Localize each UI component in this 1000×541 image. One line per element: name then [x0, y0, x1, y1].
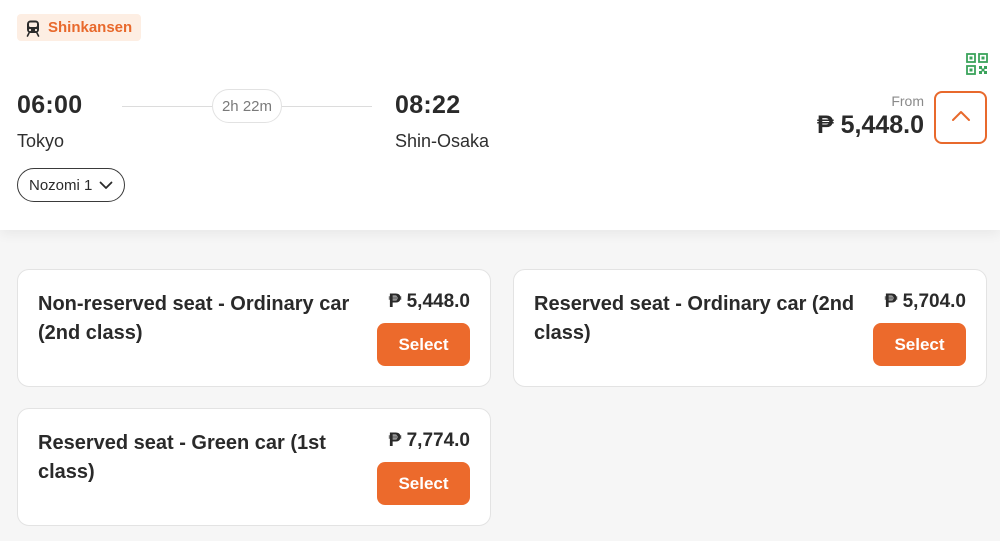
collapse-button[interactable] — [934, 91, 987, 144]
train-name-label: Nozomi 1 — [29, 176, 93, 194]
select-button[interactable]: Select — [377, 323, 470, 366]
arrival-city: Shin-Osaka — [395, 131, 490, 151]
train-summary-panel: Shinkansen 06:00 Tokyo 2h 22m 08:22 Shin… — [0, 0, 1000, 230]
seat-class-name: Non-reserved seat - Ordinary car (2nd cl… — [38, 293, 350, 344]
seat-option-card: Reserved seat - Green car (1st class) ₱ … — [17, 408, 491, 526]
seat-price: ₱ 5,448.0 — [388, 291, 470, 312]
seat-price: ₱ 5,704.0 — [884, 291, 966, 312]
train-type-label: Shinkansen — [48, 19, 133, 36]
select-button[interactable]: Select — [873, 323, 966, 366]
seat-class-name: Reserved seat - Green car (1st class) — [38, 432, 326, 483]
arrival-time: 08:22 — [395, 91, 461, 119]
qr-code-icon[interactable] — [966, 53, 988, 75]
from-label: From — [891, 93, 924, 109]
trip-duration: 2h 22m — [212, 89, 282, 123]
chevron-up-icon — [951, 109, 971, 127]
train-type-badge: Shinkansen — [17, 14, 142, 41]
chevron-down-icon — [99, 177, 113, 194]
select-button[interactable]: Select — [377, 462, 470, 505]
seat-option-card: Non-reserved seat - Ordinary car (2nd cl… — [17, 269, 491, 387]
train-icon — [23, 18, 43, 38]
starting-price: ₱ 5,448.0 — [816, 111, 924, 139]
route-line-right — [282, 106, 372, 107]
seat-class-name: Reserved seat - Ordinary car (2nd class) — [534, 293, 855, 344]
train-name-dropdown[interactable]: Nozomi 1 — [17, 168, 126, 202]
departure-time: 06:00 — [17, 91, 83, 119]
seat-option-card: Reserved seat - Ordinary car (2nd class)… — [513, 269, 987, 387]
departure-city: Tokyo — [17, 131, 65, 151]
seat-price: ₱ 7,774.0 — [388, 430, 470, 451]
route-line-left — [122, 106, 212, 107]
